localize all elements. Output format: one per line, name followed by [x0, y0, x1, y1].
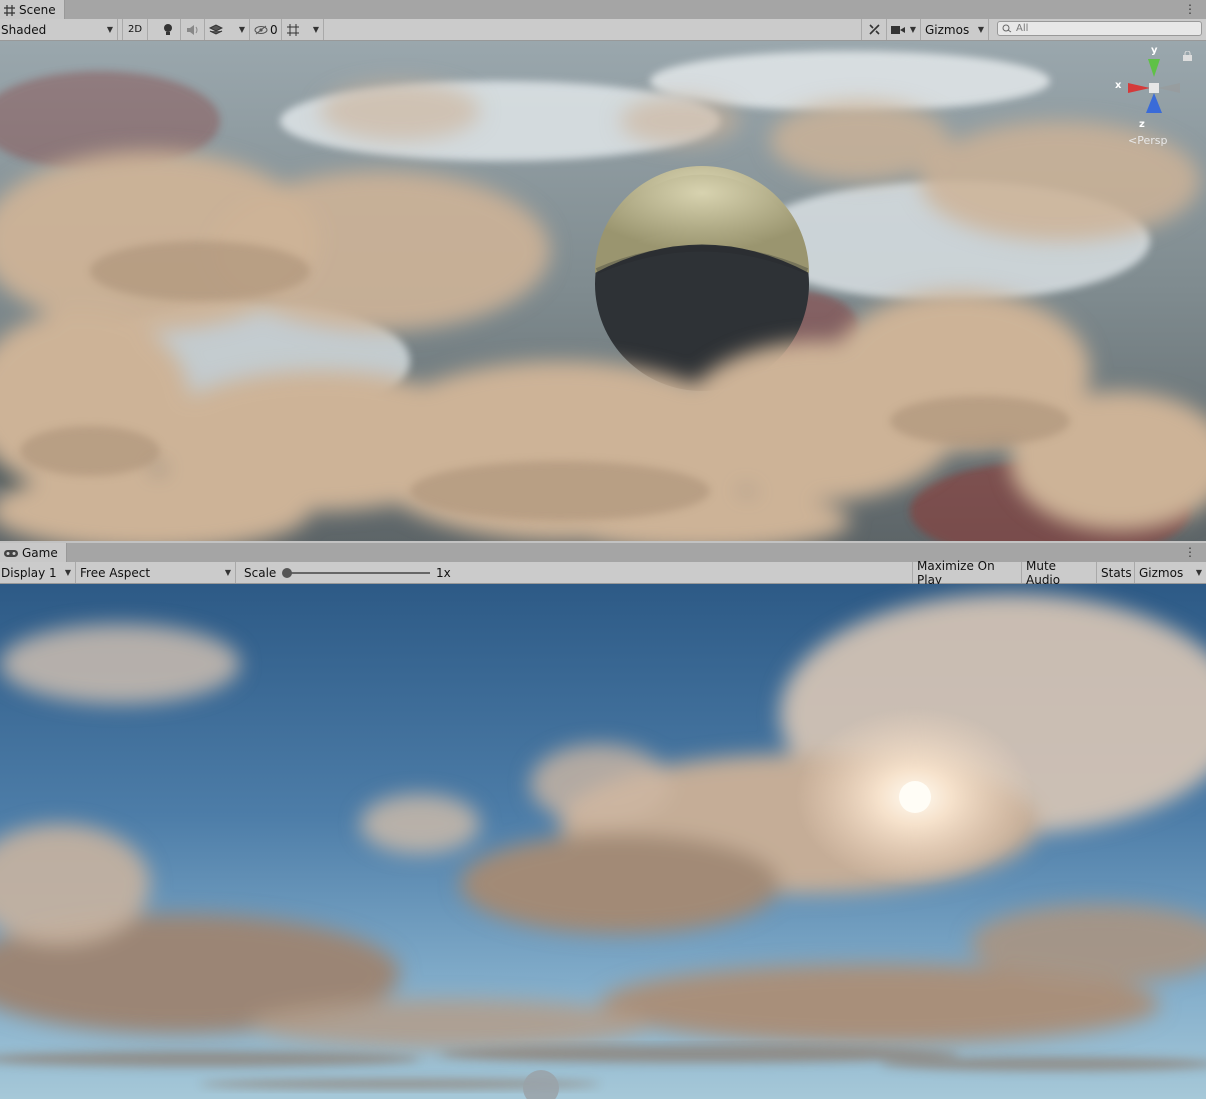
effects-dropdown[interactable]: ▼ — [205, 19, 250, 40]
scale-slider-knob[interactable] — [282, 568, 292, 578]
chevron-down-icon: ▼ — [1195, 568, 1202, 577]
gamepad-icon — [4, 549, 18, 558]
lock-icon[interactable] — [1183, 51, 1192, 61]
tools-icon — [868, 23, 881, 36]
gizmos-label: Gizmos — [1139, 565, 1184, 580]
scale-label: Scale — [240, 562, 280, 583]
mute-audio-label: Mute Audio — [1026, 558, 1061, 587]
orientation-gizmo[interactable]: y x z <Persp — [1114, 45, 1194, 147]
projection-text: Persp — [1137, 134, 1168, 147]
hidden-eye-icon — [254, 25, 268, 35]
chevron-down-icon: ▼ — [238, 25, 245, 34]
display-dropdown[interactable]: Display 1 ▼ — [0, 562, 76, 583]
scale-value: 1x — [432, 562, 472, 583]
axis-y-label: y — [1151, 45, 1158, 56]
grid-icon — [286, 23, 300, 37]
chevron-down-icon: ▼ — [64, 568, 71, 577]
maximize-on-play-toggle[interactable]: Maximize On Play — [912, 559, 1022, 587]
kebab-menu-icon[interactable]: ⋮ — [1184, 546, 1196, 558]
scene-grid-icon — [4, 4, 15, 16]
scale-slider-track — [286, 572, 430, 574]
lighting-toggle[interactable] — [155, 19, 181, 40]
scene-tab[interactable]: Scene — [0, 0, 65, 20]
effects-icon — [209, 23, 223, 36]
chevron-down-icon: ▼ — [224, 568, 231, 577]
audio-icon — [186, 24, 200, 36]
camera-dropdown[interactable]: ▼ — [887, 19, 921, 40]
stats-toggle[interactable]: Stats — [1097, 562, 1135, 583]
draw-mode-label: Shaded — [1, 22, 47, 37]
chevron-down-icon: ▼ — [909, 25, 916, 34]
display-label: Display 1 — [1, 565, 57, 580]
game-gizmos-dropdown[interactable]: Gizmos ▼ — [1135, 562, 1206, 583]
chevron-down-icon: ▼ — [977, 25, 984, 34]
hidden-objects-toggle[interactable]: 0 — [250, 19, 282, 40]
axis-x-label: x — [1115, 80, 1122, 91]
maximize-on-play-label: Maximize On Play — [917, 558, 995, 587]
search-icon — [1002, 24, 1012, 33]
audio-toggle[interactable] — [181, 19, 205, 40]
scene-search-input[interactable]: All — [997, 21, 1202, 36]
scene-render — [0, 41, 1206, 541]
kebab-menu-icon[interactable]: ⋮ — [1184, 3, 1196, 15]
game-toolbar: Display 1 ▼ Free Aspect ▼ Scale 1x Maxim… — [0, 559, 1206, 587]
game-tab-label: Game — [22, 546, 58, 560]
aspect-label: Free Aspect — [80, 565, 151, 580]
tools-button[interactable] — [861, 19, 887, 40]
axis-gizmo-icon — [1128, 59, 1180, 113]
gizmos-label: Gizmos — [925, 22, 970, 37]
grid-dropdown[interactable]: ▼ — [282, 19, 324, 40]
game-render — [0, 584, 1206, 1099]
axis-z-label: z — [1139, 119, 1145, 130]
stats-label: Stats — [1101, 565, 1132, 580]
aspect-dropdown[interactable]: Free Aspect ▼ — [76, 562, 236, 583]
scene-tab-label: Scene — [19, 3, 56, 17]
scene-tab-bar: Scene ⋮ — [0, 0, 1206, 20]
game-viewport[interactable] — [0, 584, 1206, 1099]
projection-label[interactable]: <Persp — [1128, 134, 1167, 147]
draw-mode-dropdown[interactable]: Shaded ▼ — [0, 19, 118, 40]
scale-label-text: Scale — [244, 565, 277, 580]
hidden-count: 0 — [270, 22, 278, 37]
lightbulb-icon — [163, 23, 173, 36]
chevron-left-icon: < — [1128, 134, 1138, 147]
mode-2d-toggle[interactable]: 2D — [122, 19, 148, 40]
scene-viewport[interactable]: y x z <Persp — [0, 41, 1206, 541]
search-placeholder: All — [1016, 23, 1029, 34]
scale-value-text: 1x — [436, 565, 451, 580]
chevron-down-icon: ▼ — [106, 25, 113, 34]
mode-2d-label: 2D — [127, 24, 143, 35]
scene-toolbar: Shaded ▼ 2D ▼ 0 ▼ ▼ Gizmos ▼ All — [0, 19, 1206, 41]
game-tab[interactable]: Game — [0, 543, 67, 563]
camera-icon — [891, 25, 905, 35]
mute-audio-toggle[interactable]: Mute Audio — [1022, 559, 1097, 587]
scale-slider[interactable] — [282, 562, 434, 583]
chevron-down-icon: ▼ — [312, 25, 319, 34]
scene-gizmos-dropdown[interactable]: Gizmos ▼ — [921, 19, 989, 40]
